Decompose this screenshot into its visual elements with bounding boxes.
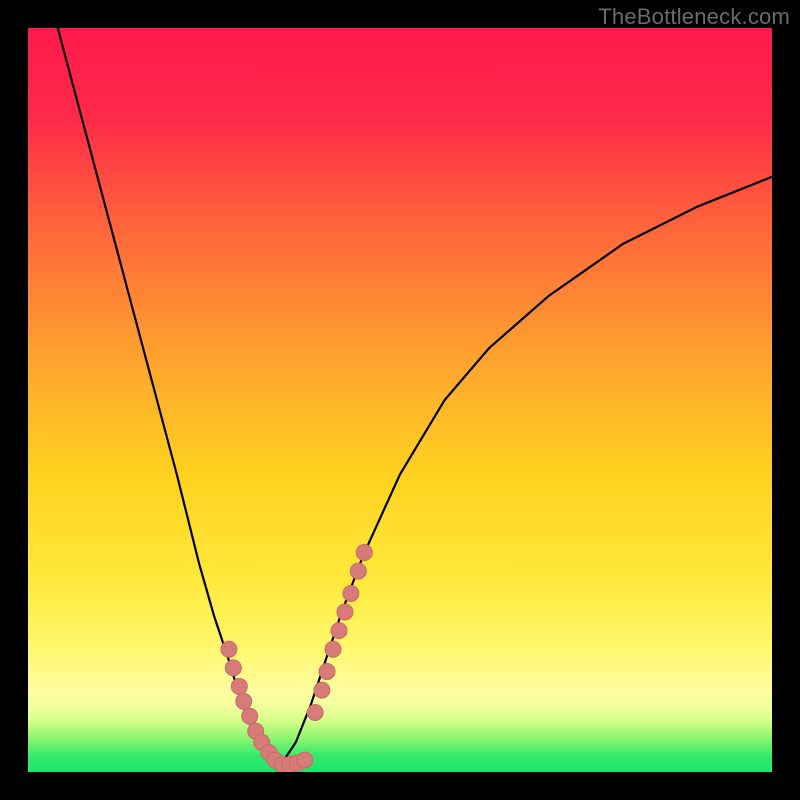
data-marker xyxy=(231,678,247,694)
data-marker xyxy=(343,585,359,601)
data-marker xyxy=(331,623,347,639)
data-marker xyxy=(236,693,252,709)
data-marker xyxy=(314,682,330,698)
plot-area xyxy=(28,28,772,772)
chart-frame: TheBottleneck.com xyxy=(0,0,800,800)
data-marker xyxy=(337,604,353,620)
data-marker xyxy=(297,752,313,768)
data-marker xyxy=(225,660,241,676)
data-marker xyxy=(319,664,335,680)
watermark-text: TheBottleneck.com xyxy=(598,4,790,30)
data-marker xyxy=(221,641,237,657)
data-marker xyxy=(325,641,341,657)
data-marker xyxy=(307,704,323,720)
data-marker xyxy=(350,563,366,579)
right-curve xyxy=(281,177,772,765)
left-curve xyxy=(58,28,281,765)
data-marker xyxy=(356,545,372,561)
curves-layer xyxy=(28,28,772,772)
data-marker xyxy=(242,708,258,724)
